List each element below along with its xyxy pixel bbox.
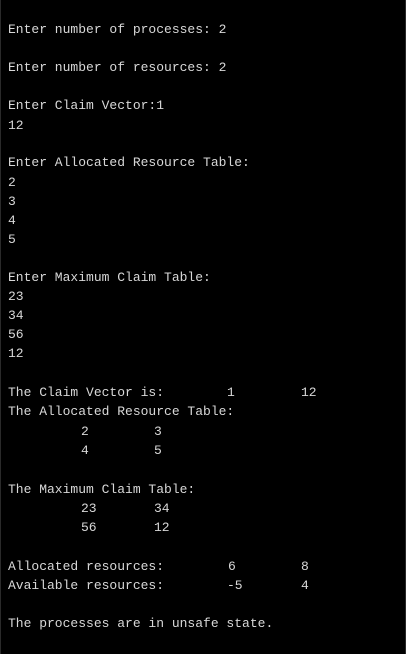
- claim-vector-input: 12: [8, 118, 24, 133]
- max-claim-table-title: The Maximum Claim Table:: [8, 482, 196, 497]
- prompt-claim-vector: Enter Claim Vector:1: [8, 98, 165, 113]
- allocated-cell-r2c1: 4: [81, 443, 89, 458]
- claim-vector-value-2: 12: [301, 385, 317, 400]
- allocated-resources-label: Allocated resources:: [8, 559, 165, 574]
- max-claim-input-4: 12: [8, 346, 24, 361]
- max-claim-cell-r1c2: 34: [154, 501, 170, 516]
- max-claim-input-1: 23: [8, 289, 24, 304]
- claim-vector-label: The Claim Vector is:: [8, 385, 165, 400]
- max-claim-cell-r1c1: 23: [81, 501, 97, 516]
- allocated-table-title: The Allocated Resource Table:: [8, 404, 235, 419]
- max-claim-cell-r2c2: 12: [154, 520, 170, 535]
- allocated-input-3: 4: [8, 213, 16, 228]
- prompt-processes: Enter number of processes: 2: [8, 22, 227, 37]
- max-claim-input-2: 34: [8, 308, 24, 323]
- allocated-cell-r2c2: 5: [154, 443, 162, 458]
- available-resources-value-1: -5: [227, 578, 243, 593]
- available-resources-value-2: 4: [301, 578, 309, 593]
- allocated-resources-value-1: 6: [228, 559, 236, 574]
- allocated-cell-r1c1: 2: [81, 424, 89, 439]
- prompt-resources: Enter number of resources: 2: [8, 60, 227, 75]
- allocated-input-4: 5: [8, 232, 16, 247]
- allocated-input-2: 3: [8, 194, 16, 209]
- max-claim-input-3: 56: [8, 327, 24, 342]
- allocated-cell-r1c2: 3: [154, 424, 162, 439]
- allocated-input-1: 2: [8, 175, 16, 190]
- prompt-max-claim-table: Enter Maximum Claim Table:: [8, 270, 211, 285]
- console-window: Enter number of processes: 2 Enter numbe…: [0, 0, 406, 654]
- prompt-allocated-table: Enter Allocated Resource Table:: [8, 155, 250, 170]
- claim-vector-value-1: 1: [227, 385, 235, 400]
- result-message: The processes are in unsafe state.: [8, 616, 274, 631]
- console-output[interactable]: Enter number of processes: 2 Enter numbe…: [8, 0, 400, 654]
- max-claim-cell-r2c1: 56: [81, 520, 97, 535]
- allocated-resources-value-2: 8: [301, 559, 309, 574]
- available-resources-label: Available resources:: [8, 578, 165, 593]
